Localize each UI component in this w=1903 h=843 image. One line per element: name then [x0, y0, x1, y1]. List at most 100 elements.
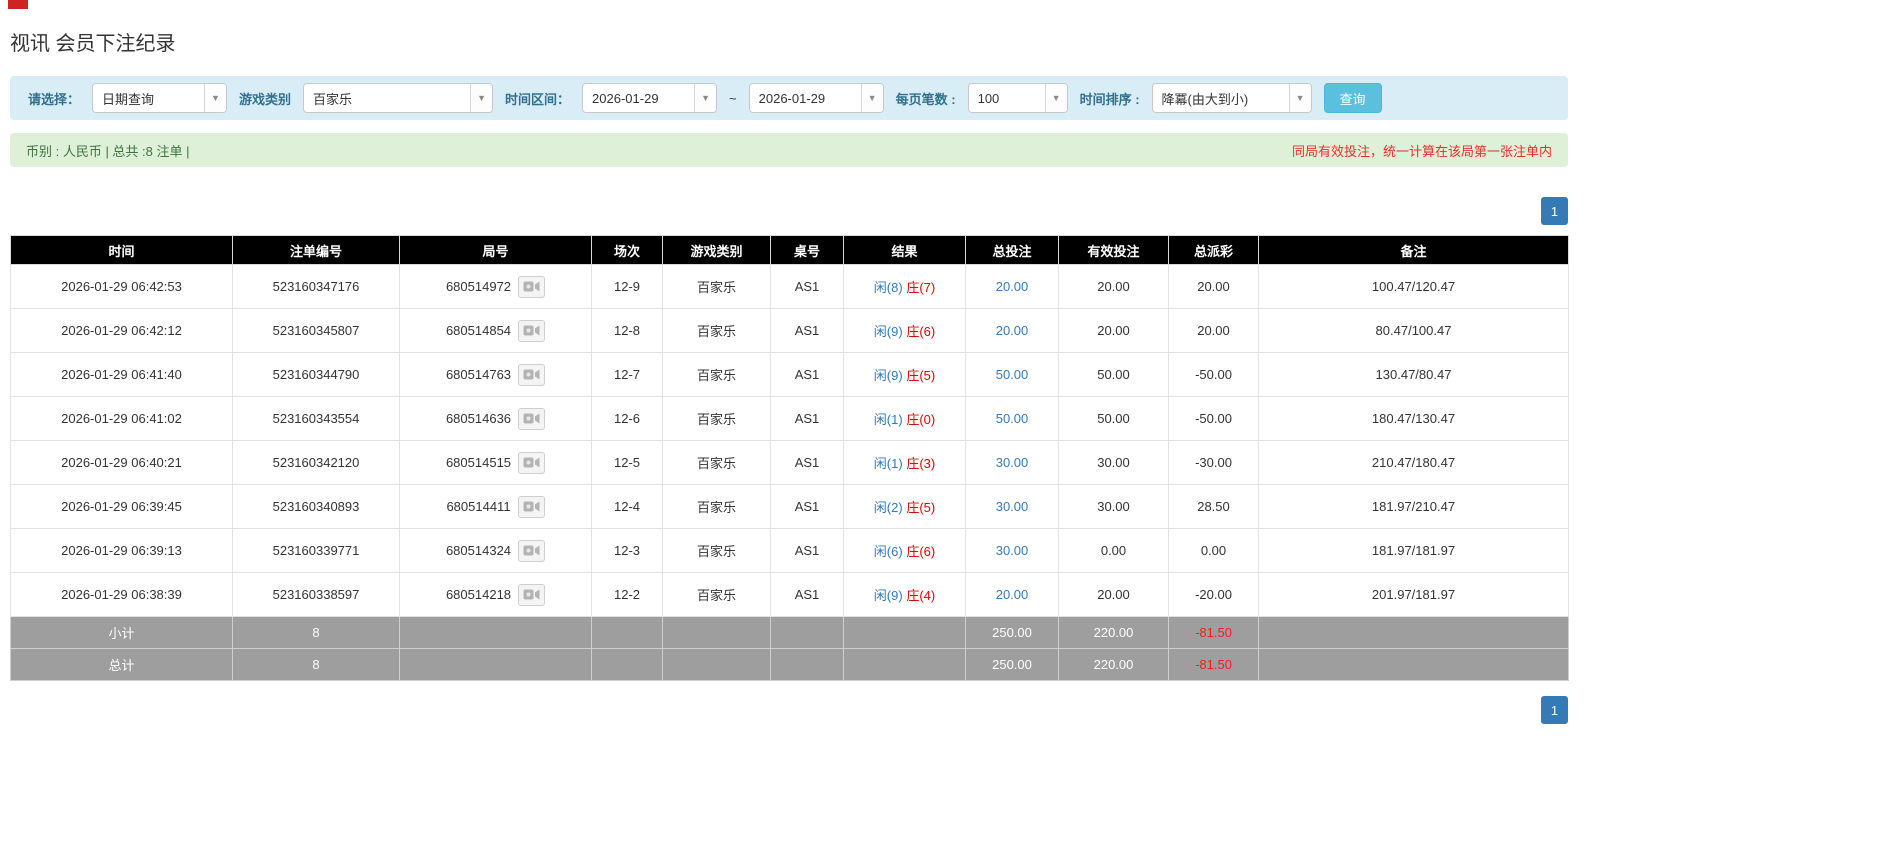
game-type-value[interactable]	[304, 84, 471, 112]
result-banker: 庄(3)	[906, 456, 936, 471]
chevron-down-icon[interactable]: ▼	[204, 84, 227, 112]
chevron-down-icon[interactable]: ▼	[860, 84, 883, 112]
chevron-down-icon[interactable]: ▼	[694, 84, 717, 112]
cell-result: 闲(1) 庄(0)	[843, 396, 966, 441]
valid-bet-notice: 同局有效投注，统一计算在该局第一张注单内	[1291, 143, 1552, 159]
chevron-down-icon[interactable]: ▼	[1044, 84, 1067, 112]
table-row: 2026-01-29 06:41:40 523160344790 680514763…	[10, 352, 1569, 397]
cell-result: 闲(6) 庄(6)	[843, 528, 966, 573]
cell-total-bet: 30.00	[965, 528, 1059, 573]
footer-label: 总计	[10, 648, 233, 681]
cell-bet-id: 523160343554	[232, 396, 400, 441]
cell-game-type: 百家乐	[662, 572, 771, 617]
cell-bet-id: 523160339771	[232, 528, 400, 573]
round-number: 680514515	[445, 455, 512, 470]
cell-game-type: 百家乐	[662, 484, 771, 529]
sort-order-label: 时间排序 :	[1079, 91, 1140, 107]
page-1-button[interactable]: 1	[1541, 197, 1568, 225]
col-time: 时间	[10, 235, 233, 265]
page-size-label: 每页笔数 :	[895, 91, 956, 107]
page-1-button[interactable]: 1	[1541, 696, 1568, 724]
cell-table-number: AS1	[770, 528, 844, 573]
col-note: 备注	[1258, 235, 1569, 265]
sort-order-value[interactable]	[1152, 84, 1289, 112]
chevron-down-icon[interactable]: ▼	[470, 84, 493, 112]
cell-note: 201.97/181.97	[1258, 572, 1569, 617]
search-button[interactable]: 查询	[1323, 83, 1382, 113]
cell-session: 12-9	[591, 264, 663, 309]
page-size-value[interactable]	[968, 84, 1045, 112]
cell-game-type: 百家乐	[662, 528, 771, 573]
col-result: 结果	[843, 235, 966, 265]
total-bet-link[interactable]: 30.00	[996, 499, 1029, 514]
cell-time: 2026-01-29 06:42:12	[10, 308, 233, 353]
cell-total-bet: 50.00	[965, 352, 1059, 397]
cell-time: 2026-01-29 06:42:53	[10, 264, 233, 309]
chevron-down-icon[interactable]: ▼	[1288, 84, 1311, 112]
result-player: 闲(1)	[873, 412, 903, 427]
result-banker: 庄(7)	[906, 280, 936, 295]
video-replay-icon[interactable]	[518, 319, 546, 342]
video-replay-icon[interactable]	[518, 539, 546, 562]
date-range-tilde: ~	[729, 90, 737, 106]
video-replay-icon[interactable]	[518, 363, 546, 386]
total-bet-link[interactable]: 20.00	[996, 587, 1029, 602]
video-replay-icon[interactable]	[518, 451, 546, 474]
cell-game-type: 百家乐	[662, 352, 771, 397]
result-banker: 庄(5)	[906, 368, 936, 383]
table-row: 2026-01-29 06:42:12 523160345807 680514854…	[10, 308, 1569, 353]
col-table-number: 桌号	[770, 235, 844, 265]
query-type-label: 请选择：	[28, 91, 81, 107]
sort-order-select[interactable]: ▼	[1151, 83, 1312, 113]
cell-time: 2026-01-29 06:39:45	[10, 484, 233, 529]
result-banker: 庄(5)	[906, 500, 936, 515]
cell-result: 闲(1) 庄(3)	[843, 440, 966, 485]
table-row: 2026-01-29 06:39:45 523160340893 680514411…	[10, 484, 1569, 529]
total-bet-link[interactable]: 20.00	[996, 323, 1029, 338]
date-to-select[interactable]: ▼	[748, 83, 884, 113]
cell-table-number: AS1	[770, 440, 844, 485]
total-bet-link[interactable]: 30.00	[996, 543, 1029, 558]
cell-session: 12-8	[591, 308, 663, 353]
result-player: 闲(1)	[873, 456, 903, 471]
video-replay-icon[interactable]	[518, 583, 546, 606]
col-total-bet: 总投注	[965, 235, 1059, 265]
cell-session: 12-7	[591, 352, 663, 397]
round-number: 680514324	[445, 543, 512, 558]
game-type-select[interactable]: ▼	[303, 83, 494, 113]
col-valid-bet: 有效投注	[1058, 235, 1169, 265]
video-replay-icon[interactable]	[518, 407, 546, 430]
page-size-select[interactable]: ▼	[967, 83, 1068, 113]
date-from-value[interactable]	[583, 84, 695, 112]
total-bet-link[interactable]: 20.00	[996, 279, 1029, 294]
round-number: 680514763	[445, 367, 512, 382]
cell-bet-id: 523160340893	[232, 484, 400, 529]
total-bet-link[interactable]: 30.00	[996, 455, 1029, 470]
cell-result: 闲(2) 庄(5)	[843, 484, 966, 529]
cell-result: 闲(9) 庄(6)	[843, 308, 966, 353]
total-bet-link[interactable]: 50.00	[996, 367, 1029, 382]
cell-payout: -20.00	[1168, 572, 1259, 617]
cell-valid-bet: 0.00	[1058, 528, 1169, 573]
cell-bet-id: 523160338597	[232, 572, 400, 617]
currency-total-text: 币别 : 人民币 | 总共 :8 注单 |	[26, 143, 190, 159]
cell-result: 闲(9) 庄(4)	[843, 572, 966, 617]
date-from-select[interactable]: ▼	[582, 83, 718, 113]
cell-note: 181.97/210.47	[1258, 484, 1569, 529]
footer-valid-bet: 220.00	[1058, 616, 1169, 649]
cell-session: 12-4	[591, 484, 663, 529]
cell-payout: 0.00	[1168, 528, 1259, 573]
cell-valid-bet: 20.00	[1058, 572, 1169, 617]
date-to-value[interactable]	[749, 84, 861, 112]
total-bet-link[interactable]: 50.00	[996, 411, 1029, 426]
result-banker: 庄(6)	[906, 324, 936, 339]
video-replay-icon[interactable]	[518, 275, 546, 298]
total-row: 总计 8 250.00 220.00 -81.50	[10, 648, 1569, 681]
result-player: 闲(9)	[873, 588, 903, 603]
query-type-value[interactable]	[93, 84, 205, 112]
cell-round: 680514324	[399, 528, 592, 573]
query-type-select[interactable]: ▼	[92, 83, 228, 113]
video-replay-icon[interactable]	[517, 495, 545, 518]
table-row: 2026-01-29 06:39:13 523160339771 680514324…	[10, 528, 1569, 573]
bet-records-table: 时间 注单编号 局号 场次 游戏类别 桌号 结果 总投注 有效投注 总派彩 备注…	[10, 235, 1569, 681]
